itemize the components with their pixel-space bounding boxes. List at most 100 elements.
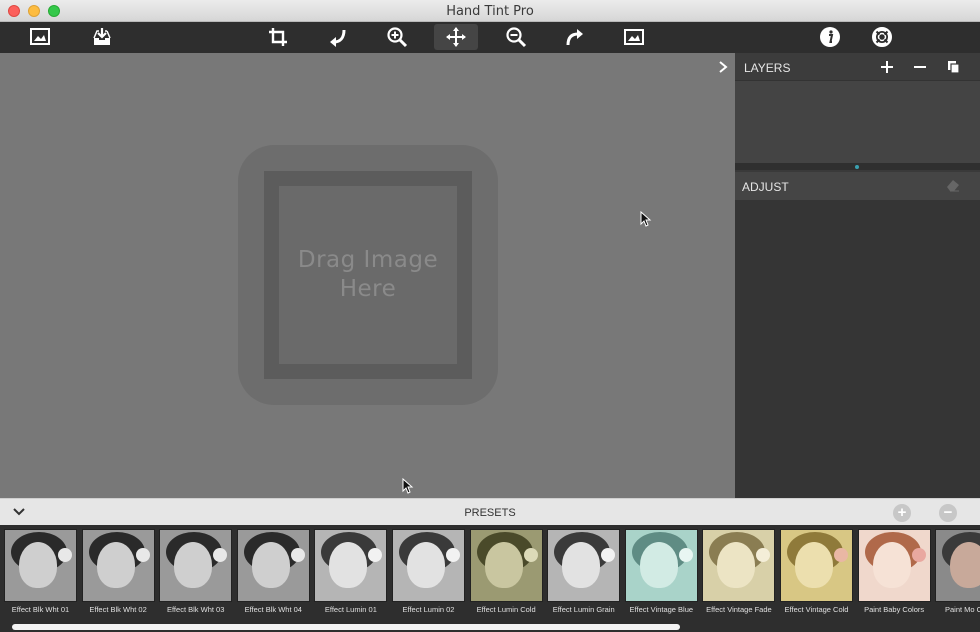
save-tray-icon bbox=[93, 28, 111, 45]
preset-name: Paint Baby Colors bbox=[864, 605, 925, 614]
adjust-header: ADJUST bbox=[735, 172, 980, 200]
thumbnail-flower bbox=[446, 548, 460, 562]
remove-layer-icon[interactable] bbox=[912, 59, 928, 75]
duplicate-layer-icon[interactable] bbox=[946, 59, 962, 75]
crop-icon bbox=[269, 28, 287, 46]
thumbnail-face bbox=[407, 542, 445, 588]
thumbnail-face bbox=[872, 542, 911, 588]
chevron-right-icon[interactable] bbox=[716, 60, 730, 74]
thumbnail-flower bbox=[678, 548, 693, 562]
thumbnail-face bbox=[484, 542, 523, 588]
preset-item[interactable]: Effect Blk Wht 02 bbox=[81, 529, 156, 629]
drop-zone[interactable]: Drag Image Here bbox=[238, 145, 498, 405]
right-panel: LAYERS ADJUST bbox=[735, 53, 980, 498]
rotate-left-button[interactable] bbox=[316, 24, 360, 50]
layers-list[interactable] bbox=[735, 81, 980, 163]
preset-thumbnail bbox=[702, 529, 776, 602]
zoom-out-icon bbox=[506, 27, 527, 48]
mouse-cursor-icon bbox=[640, 211, 652, 227]
mouse-cursor-icon bbox=[402, 478, 414, 494]
preset-thumbnail bbox=[857, 529, 931, 602]
title-bar: Hand Tint Pro bbox=[0, 0, 980, 22]
adjust-label: ADJUST bbox=[742, 180, 789, 194]
preset-name: Effect Vintage Fade bbox=[706, 605, 772, 614]
preset-name: Effect Blk Wht 03 bbox=[166, 605, 225, 614]
image-canvas[interactable]: Drag Image Here bbox=[0, 53, 735, 498]
remove-preset-button[interactable]: − bbox=[939, 504, 957, 522]
preset-item[interactable]: Paint Mo Colors bbox=[935, 529, 980, 629]
info-icon bbox=[820, 27, 840, 47]
zoom-in-icon bbox=[387, 27, 408, 48]
preset-item[interactable]: Effect Vintage Blue bbox=[624, 529, 699, 629]
toolbar bbox=[0, 22, 980, 53]
preset-name: Effect Blk Wht 04 bbox=[244, 605, 302, 614]
preset-item[interactable]: Effect Vintage Fade bbox=[702, 529, 776, 629]
info-button[interactable] bbox=[808, 24, 852, 50]
layers-header: LAYERS bbox=[735, 53, 980, 81]
preset-name: Effect Lumin 01 bbox=[324, 605, 377, 614]
preset-item[interactable]: Effect Lumin Grain bbox=[547, 529, 621, 629]
thumbnail-face bbox=[717, 542, 756, 588]
help-button[interactable] bbox=[860, 24, 904, 50]
save-export-button[interactable] bbox=[80, 24, 124, 50]
preset-name: Paint Mo Colors bbox=[945, 605, 980, 614]
move-arrows-icon bbox=[446, 27, 466, 47]
splitter-handle[interactable] bbox=[855, 165, 859, 169]
thumbnail-face bbox=[19, 542, 57, 588]
presets-label: PRESETS bbox=[464, 507, 516, 519]
thumbnail-face bbox=[329, 542, 368, 588]
eraser-icon[interactable] bbox=[945, 177, 961, 193]
thumbnail-flower bbox=[523, 548, 538, 562]
thumbnail-face bbox=[639, 542, 678, 588]
preset-thumbnail bbox=[469, 529, 543, 602]
presets-strip: Effect Blk Wht 01 Effect Blk Wht 02 Effect… bbox=[0, 525, 980, 632]
panel-splitter[interactable] bbox=[735, 163, 980, 170]
preset-thumbnail bbox=[236, 529, 310, 602]
preset-item[interactable]: Paint Baby Colors bbox=[857, 529, 932, 629]
crop-button[interactable] bbox=[256, 24, 300, 50]
preset-name: Effect Blk Wht 01 bbox=[11, 605, 70, 614]
preset-item[interactable]: Effect Blk Wht 03 bbox=[159, 529, 233, 629]
preset-name: Effect Vintage Blue bbox=[629, 605, 694, 614]
drop-zone-frame: Drag Image Here bbox=[264, 171, 472, 379]
thumbnail-face bbox=[96, 542, 135, 588]
presets-scrollbar[interactable] bbox=[12, 624, 680, 630]
add-preset-button[interactable]: + bbox=[893, 504, 911, 522]
redo-arrow-icon bbox=[566, 29, 583, 46]
preset-thumbnail bbox=[547, 529, 621, 602]
preset-thumbnail bbox=[314, 529, 388, 602]
preset-item[interactable]: Effect Blk Wht 04 bbox=[236, 529, 311, 629]
thumbnail-flower bbox=[368, 548, 383, 562]
image-frame-icon bbox=[624, 29, 644, 45]
thumbnail-flower bbox=[756, 548, 771, 562]
thumbnail-flower bbox=[135, 548, 150, 562]
preset-name: Effect Lumin 02 bbox=[402, 605, 455, 614]
drop-zone-inner: Drag Image Here bbox=[279, 186, 457, 364]
image-view-button[interactable] bbox=[612, 24, 656, 50]
preset-thumbnail bbox=[81, 529, 155, 602]
preset-name: Effect Lumin Cold bbox=[476, 605, 536, 614]
open-image-button[interactable] bbox=[18, 24, 62, 50]
thumbnail-face bbox=[174, 542, 213, 588]
zoom-out-button[interactable] bbox=[494, 24, 538, 50]
zoom-in-button[interactable] bbox=[375, 24, 419, 50]
move-tool-button[interactable] bbox=[434, 24, 478, 50]
preset-thumbnail bbox=[935, 529, 980, 602]
preset-name: Effect Blk Wht 02 bbox=[89, 605, 147, 614]
rotate-left-icon bbox=[330, 29, 346, 47]
preset-item[interactable]: Effect Vintage Cold bbox=[780, 529, 854, 629]
preset-item[interactable]: Effect Lumin Cold bbox=[469, 529, 544, 629]
preset-thumbnail bbox=[392, 529, 465, 602]
add-layer-icon[interactable] bbox=[879, 59, 895, 75]
thumbnail-face bbox=[251, 542, 290, 588]
preset-item[interactable]: Effect Lumin 01 bbox=[314, 529, 388, 629]
preset-thumbnail bbox=[159, 529, 233, 602]
redo-button[interactable] bbox=[553, 24, 597, 50]
preset-item[interactable]: Effect Lumin 02 bbox=[392, 529, 466, 629]
thumbnail-flower bbox=[601, 548, 616, 562]
lifebuoy-icon bbox=[872, 27, 892, 47]
layers-label: LAYERS bbox=[744, 61, 791, 75]
preset-name: Effect Vintage Cold bbox=[784, 605, 849, 614]
thumbnail-face bbox=[795, 542, 833, 588]
preset-item[interactable]: Effect Blk Wht 01 bbox=[4, 529, 78, 629]
